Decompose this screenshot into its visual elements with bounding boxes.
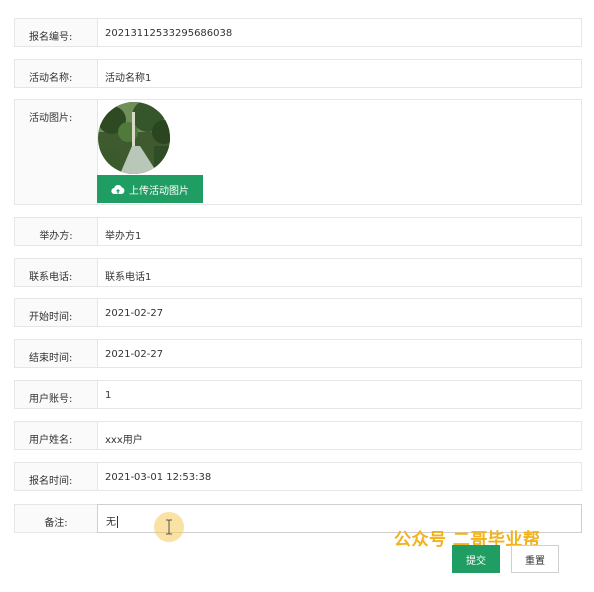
field-label: 报名编号: [15,19,98,46]
activity-image [98,102,170,174]
upload-button-label: 上传活动图片 [129,185,189,197]
form-row-user-account: 用户账号: 1 [14,380,582,409]
form-row-activity-image: 活动图片: 上传活动图片 [14,99,582,205]
field-label: 备注: [15,505,98,532]
field-label: 举办方: [15,218,98,245]
field-label: 结束时间: [15,340,98,367]
signup-time-field[interactable]: 2021-03-01 12:53:38 [105,472,211,483]
signup-id-field[interactable]: 20213112533295686038 [105,28,232,39]
field-label: 报名时间: [15,463,98,490]
start-time-field[interactable]: 2021-02-27 [105,308,163,319]
form-row-organizer: 举办方: 举办方1 [14,217,582,246]
submit-button[interactable]: 提交 [452,545,500,573]
remark-value: 无 [106,517,116,528]
phone-field[interactable]: 联系电话1 [105,268,151,283]
user-account-field[interactable]: 1 [105,390,111,401]
form-row-user-name: 用户姓名: xxx用户 [14,421,582,450]
field-label: 用户姓名: [15,422,98,449]
cloud-upload-icon [111,184,125,194]
form-row-signup-time: 报名时间: 2021-03-01 12:53:38 [14,462,582,491]
field-label: 用户账号: [15,381,98,408]
field-label: 联系电话: [15,259,98,286]
text-cursor-icon [166,519,172,535]
end-time-field[interactable]: 2021-02-27 [105,349,163,360]
upload-image-button[interactable]: 上传活动图片 [97,175,203,203]
field-label: 开始时间: [15,299,98,326]
form-row-signup-id: 报名编号: 20213112533295686038 [14,18,582,47]
reset-button[interactable]: 重置 [511,545,559,573]
form-row-end-time: 结束时间: 2021-02-27 [14,339,582,368]
form-row-activity-name: 活动名称: 活动名称1 [14,59,582,88]
form-row-phone: 联系电话: 联系电话1 [14,258,582,287]
field-label: 活动图片: [15,100,98,204]
form-row-start-time: 开始时间: 2021-02-27 [14,298,582,327]
user-name-field[interactable]: xxx用户 [105,431,143,446]
activity-name-field[interactable]: 活动名称1 [105,69,151,84]
text-caret [117,516,118,528]
organizer-field[interactable]: 举办方1 [105,227,141,242]
field-label: 活动名称: [15,60,98,87]
